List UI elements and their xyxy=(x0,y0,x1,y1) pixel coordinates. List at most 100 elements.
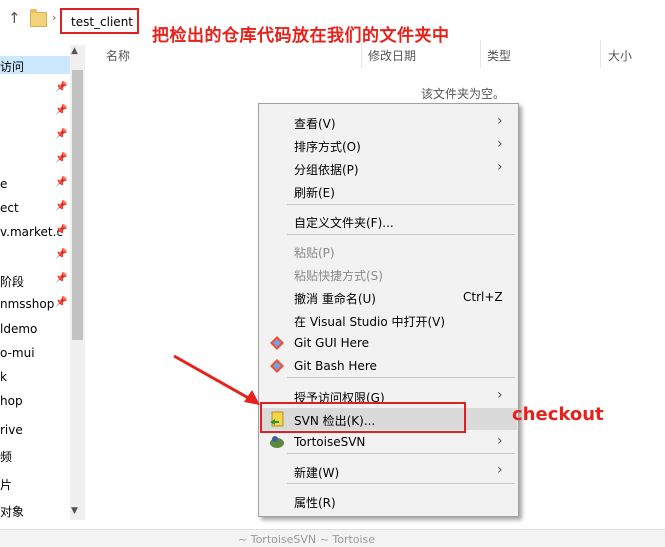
submenu-chevron-icon: › xyxy=(497,136,503,152)
context-menu-item[interactable]: TortoiseSVN › xyxy=(260,431,517,453)
nav-item[interactable]: 📌 xyxy=(0,103,70,121)
annotation-highlight-box xyxy=(260,402,466,433)
nav-item-label: e xyxy=(0,177,8,191)
pin-icon: 📌 xyxy=(55,105,68,116)
context-menu: 查看(V) › 排序方式(O) › 分组依据(P) › 刷新(E) 自定义文件夹(F)... 粘… xyxy=(258,103,519,517)
pin-icon: 📌 xyxy=(55,273,68,284)
nav-item-label: v.market.c xyxy=(0,225,63,239)
nav-item[interactable]: v.market.c 📌 xyxy=(0,223,70,241)
nav-item-label: ect xyxy=(0,201,19,215)
context-menu-item[interactable]: 撤消 重命名(U) Ctrl+Z xyxy=(260,286,517,308)
folder-icon xyxy=(30,9,47,27)
pin-icon: 📌 xyxy=(55,201,68,212)
pin-icon: 📌 xyxy=(55,225,68,236)
nav-item-label: o-mui xyxy=(0,346,35,360)
column-header-modified[interactable]: 修改日期 xyxy=(368,47,416,64)
context-menu-item-label: 分组依据(P) xyxy=(294,163,359,177)
context-menu-item[interactable]: 自定义文件夹(F)... xyxy=(260,210,517,232)
context-menu-item-label: Git Bash Here xyxy=(294,359,377,373)
context-menu-item[interactable]: 分组依据(P) › xyxy=(260,157,517,179)
context-menu-item: 粘贴快捷方式(S) xyxy=(260,263,517,285)
nav-item[interactable]: ect 📌 xyxy=(0,199,70,217)
navigation-pane: 访问 📌 📌 📌 📌 e 📌 ect 📌 v.market.c 📌 📌 阶段 📌 nmsshop 📌 ldemo… xyxy=(0,54,70,524)
column-header-name[interactable]: 名称 xyxy=(106,47,130,64)
context-menu-item[interactable]: 刷新(E) xyxy=(260,180,517,202)
context-menu-item[interactable]: 在 Visual Studio 中打开(V) xyxy=(260,309,517,331)
nav-item[interactable]: 📌 xyxy=(0,80,70,98)
pin-icon: 📌 xyxy=(55,249,68,260)
nav-item[interactable]: 📌 xyxy=(0,151,70,169)
scroll-up-icon[interactable]: ▲ xyxy=(71,46,78,56)
nav-item[interactable]: 阶段 📌 xyxy=(0,271,70,289)
nav-item[interactable]: 对象 xyxy=(0,501,70,519)
context-menu-item-label: 属性(R) xyxy=(294,496,336,510)
menu-separator xyxy=(287,204,515,205)
up-arrow-icon[interactable]: ↑ xyxy=(8,9,21,27)
context-menu-item-label: 自定义文件夹(F)... xyxy=(294,216,394,230)
pin-icon: 📌 xyxy=(55,82,68,93)
context-menu-item[interactable]: Git GUI Here xyxy=(260,332,517,354)
breadcrumb-current-folder[interactable]: test_client xyxy=(60,8,139,34)
nav-item-label: ldemo xyxy=(0,322,38,336)
empty-folder-message: 该文件夹为空。 xyxy=(421,87,506,101)
nav-item[interactable]: ldemo xyxy=(0,320,70,338)
nav-item-label: 频 xyxy=(0,450,13,464)
column-header-type[interactable]: 类型 xyxy=(487,47,511,64)
context-menu-item-label: 排序方式(O) xyxy=(294,140,361,154)
column-divider[interactable] xyxy=(361,40,362,68)
menu-separator xyxy=(287,234,515,235)
context-menu-item[interactable]: 新建(W) › xyxy=(260,460,517,482)
shortcut-label: Ctrl+Z xyxy=(463,290,503,304)
context-menu-item-label: 粘贴快捷方式(S) xyxy=(294,269,383,283)
column-divider[interactable] xyxy=(600,40,601,68)
pin-icon: 📌 xyxy=(55,297,68,308)
nav-item[interactable]: 访问 xyxy=(0,56,70,74)
context-menu-item-label: 在 Visual Studio 中打开(V) xyxy=(294,315,446,329)
column-divider[interactable] xyxy=(480,40,481,68)
nav-item-label: hop xyxy=(0,394,23,408)
context-menu-item[interactable]: 属性(R) xyxy=(260,490,517,512)
nav-item[interactable]: rive xyxy=(0,421,70,439)
nav-item-label: 访问 xyxy=(0,60,25,74)
submenu-chevron-icon: › xyxy=(497,159,503,175)
context-menu-item[interactable]: Git Bash Here xyxy=(260,355,517,377)
nav-item[interactable]: e 📌 xyxy=(0,175,70,193)
context-menu-item[interactable]: 查看(V) › xyxy=(260,111,517,133)
git-icon xyxy=(270,359,284,373)
context-menu-item-label: TortoiseSVN xyxy=(294,435,366,449)
nav-item[interactable]: o-mui xyxy=(0,344,70,362)
annotation-arrow-icon xyxy=(173,354,260,405)
git-icon xyxy=(270,336,284,350)
context-menu-item: 粘贴(P) xyxy=(260,240,517,262)
context-menu-item-label: 刷新(E) xyxy=(294,186,335,200)
pin-icon: 📌 xyxy=(55,153,68,164)
context-menu-item-label: 查看(V) xyxy=(294,117,336,131)
nav-item[interactable]: 📌 xyxy=(0,247,70,265)
nav-item-label: k xyxy=(0,370,7,384)
annotation-instruction: 把检出的仓库代码放在我们的文件夹中 xyxy=(152,26,450,46)
context-menu-item-label: 新建(W) xyxy=(294,466,340,480)
column-header-size[interactable]: 大小 xyxy=(608,47,632,64)
nav-item[interactable]: k xyxy=(0,368,70,386)
tortoisesvn-icon xyxy=(270,436,284,448)
menu-separator xyxy=(287,483,515,484)
nav-item[interactable]: 片 xyxy=(0,474,70,492)
nav-item[interactable]: nmsshop 📌 xyxy=(0,295,70,313)
context-menu-item-label: 撤消 重命名(U) xyxy=(294,292,376,306)
pin-icon: 📌 xyxy=(55,129,68,140)
breadcrumb-chevron-icon[interactable]: › xyxy=(52,11,56,24)
nav-item-label: 对象 xyxy=(0,505,25,519)
context-menu-item-label: Git GUI Here xyxy=(294,336,370,350)
nav-item-label: 阶段 xyxy=(0,275,25,289)
scroll-down-icon[interactable]: ▼ xyxy=(71,506,78,516)
nav-item[interactable]: hop xyxy=(0,392,70,410)
nav-item[interactable]: 频 xyxy=(0,446,70,464)
nav-item-label: 片 xyxy=(0,478,13,492)
menu-separator xyxy=(287,377,515,378)
nav-scrollbar-thumb[interactable] xyxy=(72,70,83,340)
context-menu-item[interactable]: 排序方式(O) › xyxy=(260,134,517,156)
nav-item-label: rive xyxy=(0,423,23,437)
annotation-checkout-label: checkout xyxy=(512,404,604,425)
nav-item[interactable]: 📌 xyxy=(0,127,70,145)
menu-separator xyxy=(287,453,515,454)
